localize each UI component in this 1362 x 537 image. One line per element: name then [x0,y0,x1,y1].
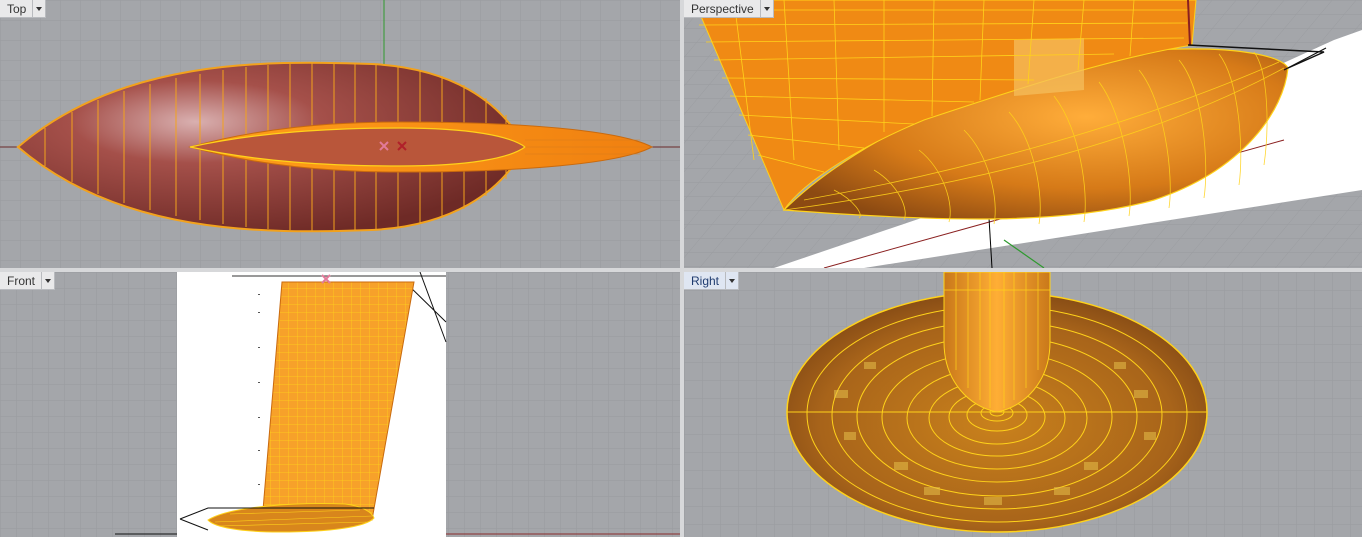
horizontal-splitter[interactable] [0,268,1362,272]
viewport-tab-top[interactable]: Top [0,0,47,18]
viewport-tab-right[interactable]: Right [684,272,740,290]
viewport-label: Front [7,274,36,288]
viewport-menu-button[interactable] [41,272,54,289]
viewport-top[interactable]: Top [0,0,680,268]
right-view-scene [684,272,1362,537]
viewport-label: Perspective [691,2,754,16]
viewport-tab-front[interactable]: Front [0,272,56,290]
chevron-down-icon [763,6,770,11]
chevron-down-icon [45,278,52,283]
top-view-scene [0,0,680,268]
viewport-menu-button[interactable] [759,0,773,17]
chevron-down-icon [36,6,43,11]
viewport-label: Right [691,274,720,288]
viewport-label: Top [7,2,27,16]
viewport-menu-button[interactable] [725,272,738,289]
perspective-view-scene [684,0,1362,268]
viewport-menu-button[interactable] [32,0,45,17]
viewport-front[interactable]: Front [0,272,680,537]
front-view-scene [0,272,680,537]
viewport-tab-perspective[interactable]: Perspective [684,0,774,18]
chevron-down-icon [729,278,736,283]
viewport-right[interactable]: Right [684,272,1362,537]
viewport-perspective[interactable]: Perspective [684,0,1362,268]
